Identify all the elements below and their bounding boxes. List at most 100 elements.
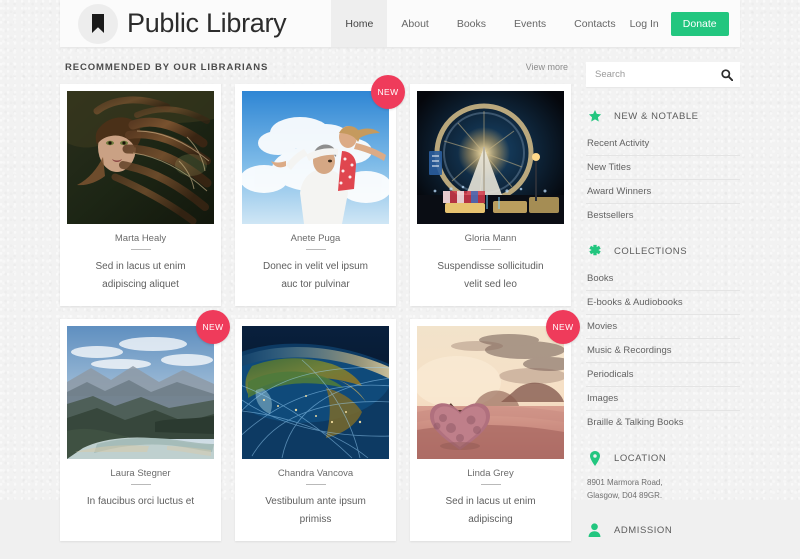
view-more-link[interactable]: View more [526,62,568,72]
card-body: Laura Stegner In faucibus orci luctus et [67,459,214,524]
card-body: Gloria Mann Suspendisse sollicitudin vel… [417,224,564,306]
sidebar-item-braille-talking-books[interactable]: Braille & Talking Books [586,411,740,434]
card-body: Chandra Vancova Vestibulum ante ipsum pr… [242,459,389,541]
card-author[interactable]: Linda Grey [421,468,560,484]
image-father-child-blue-sky [242,91,389,224]
book-card[interactable]: Chandra Vancova Vestibulum ante ipsum pr… [235,319,396,541]
sidebar-item-periodicals[interactable]: Periodicals [586,363,740,387]
image-portrait-woman-flowing-hair [67,91,214,224]
card-author[interactable]: Anete Puga [246,233,385,249]
bookmark-icon [91,14,105,33]
brand-name: Public Library [127,8,286,39]
sidebar-item-ebooks-audiobooks[interactable]: E-books & Audiobooks [586,291,740,315]
image-heart-shaped-tree-field [417,326,564,459]
sidebar-group-label: NEW & NOTABLE [614,111,699,122]
card-description: Sed in lacus ut enim adipiscing [421,493,560,528]
card-author[interactable]: Marta Healy [71,233,210,249]
section-header: RECOMMENDED BY OUR LIBRARIANS View more [60,62,572,84]
status-badge-new: NEW [196,310,230,344]
address-line-1: 8901 Marmora Road, [587,476,739,489]
page-body: RECOMMENDED BY OUR LIBRARIANS View more [60,47,740,559]
author-divider [306,249,326,250]
site-header: Public Library Home About Books Events C… [60,0,740,47]
card-thumbnail[interactable] [242,91,389,224]
nav-item-contacts[interactable]: Contacts [560,0,629,47]
nav-item-events[interactable]: Events [500,0,560,47]
book-card[interactable]: NEW [60,319,221,541]
address-line-2: Glasgow, D04 89GR. [587,489,739,502]
search-box[interactable] [586,62,740,87]
recommendation-grid: Marta Healy Sed in lacus ut enim adipisc… [60,84,572,541]
card-thumbnail[interactable] [242,326,389,459]
sidebar-group-label: LOCATION [614,453,666,464]
image-earth-from-space-network [242,326,389,459]
map-pin-icon [587,451,602,466]
sidebar-group-location: LOCATION 8901 Marmora Road, Glasgow, D04… [586,447,740,506]
book-card[interactable]: Gloria Mann Suspendisse sollicitudin vel… [410,84,571,306]
card-body: Anete Puga Donec in velit vel ipsum auc … [242,224,389,306]
login-link[interactable]: Log In [630,18,659,30]
card-description: Suspendisse sollicitudin velit sed leo [421,258,560,293]
header-actions: Log In Donate [630,12,741,36]
card-author[interactable]: Laura Stegner [71,468,210,484]
author-divider [131,484,151,485]
author-divider [481,249,501,250]
card-thumbnail[interactable] [417,91,564,224]
donate-button[interactable]: Donate [671,12,729,36]
sidebar-group-admission: ADMISSION [586,519,740,546]
sidebar-item-bestsellers[interactable]: Bestsellers [586,204,740,227]
card-description: Donec in velit vel ipsum auc tor pulvina… [246,258,385,293]
sidebar-group-label: ADMISSION [614,525,672,536]
card-description: Sed in lacus ut enim adipiscing aliquet [71,258,210,293]
user-icon [587,523,602,537]
sidebar-group-new-notable: NEW & NOTABLE Recent Activity New Titles… [586,105,740,227]
card-description: Vestibulum ante ipsum primiss [246,493,385,528]
search-input[interactable] [586,62,740,87]
card-thumbnail[interactable] [67,91,214,224]
sidebar-item-recent-activity[interactable]: Recent Activity [586,132,740,156]
sidebar-item-new-titles[interactable]: New Titles [586,156,740,180]
brand-logo[interactable]: Public Library [60,4,286,44]
card-description: In faucibus orci luctus et [71,493,210,511]
image-mountain-river-landscape [67,326,214,459]
author-divider [481,484,501,485]
sidebar: NEW & NOTABLE Recent Activity New Titles… [586,62,740,559]
sidebar-group-header: ADMISSION [586,519,740,546]
sidebar-group-collections: COLLECTIONS Books E-books & Audiobooks M… [586,240,740,434]
sidebar-item-music-recordings[interactable]: Music & Recordings [586,339,740,363]
card-author[interactable]: Chandra Vancova [246,468,385,484]
search-icon[interactable] [721,69,733,81]
sidebar-item-images[interactable]: Images [586,387,740,411]
sidebar-group-header: COLLECTIONS [586,240,740,267]
nav-item-about[interactable]: About [387,0,442,47]
sidebar-group-header: NEW & NOTABLE [586,105,740,132]
book-card[interactable]: NEW [410,319,571,541]
sidebar-item-movies[interactable]: Movies [586,315,740,339]
card-thumbnail[interactable] [67,326,214,459]
card-body: Linda Grey Sed in lacus ut enim adipisci… [417,459,564,541]
sidebar-group-label: COLLECTIONS [614,246,687,257]
logo-circle [78,4,118,44]
sidebar-group-header: LOCATION [586,447,740,475]
author-divider [131,249,151,250]
status-badge-new: NEW [371,75,405,109]
main-content: RECOMMENDED BY OUR LIBRARIANS View more [60,62,572,559]
puzzle-icon [587,244,602,258]
book-card[interactable]: Marta Healy Sed in lacus ut enim adipisc… [60,84,221,306]
sidebar-list: Books E-books & Audiobooks Movies Music … [586,267,740,434]
card-author[interactable]: Gloria Mann [421,233,560,249]
library-address: 8901 Marmora Road, Glasgow, D04 89GR. [586,475,740,506]
main-nav: Home About Books Events Contacts [331,0,629,47]
book-card[interactable]: NEW [235,84,396,306]
sidebar-item-award-winners[interactable]: Award Winners [586,180,740,204]
image-ferris-wheel-night-fair [417,91,564,224]
section-title: RECOMMENDED BY OUR LIBRARIANS [65,62,268,73]
sidebar-item-books[interactable]: Books [586,267,740,291]
card-body: Marta Healy Sed in lacus ut enim adipisc… [67,224,214,306]
card-thumbnail[interactable] [417,326,564,459]
sidebar-list: Recent Activity New Titles Award Winners… [586,132,740,227]
nav-item-books[interactable]: Books [443,0,500,47]
author-divider [306,484,326,485]
star-icon [587,109,602,123]
nav-item-home[interactable]: Home [331,0,387,47]
